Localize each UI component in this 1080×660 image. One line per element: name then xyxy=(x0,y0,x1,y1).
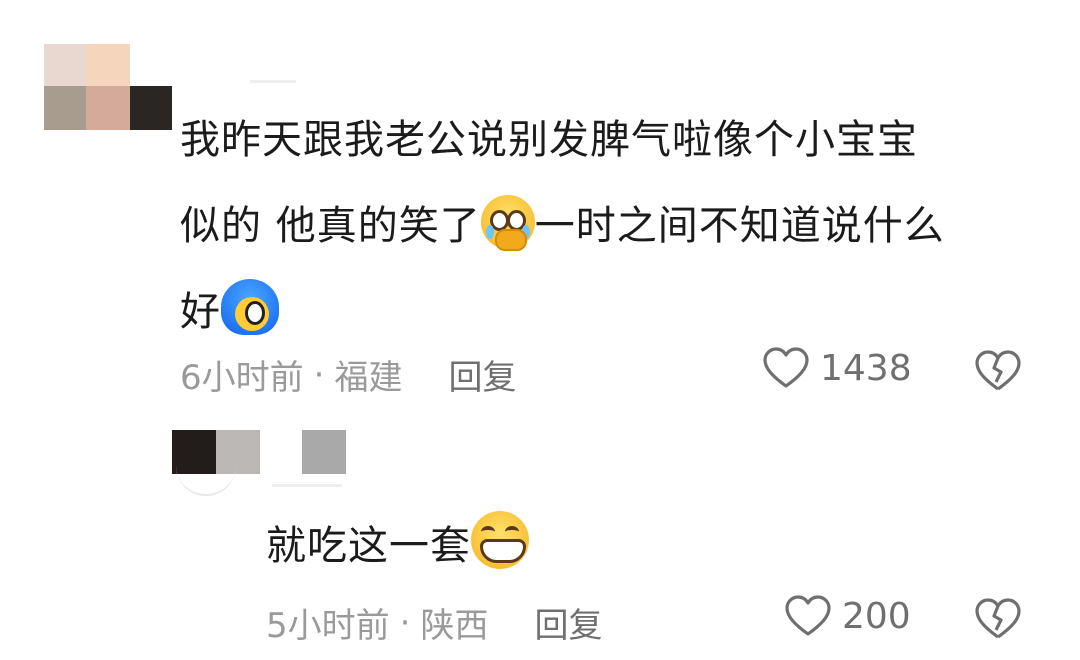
reply-button[interactable]: 回复 xyxy=(534,598,602,647)
avatar[interactable] xyxy=(44,44,172,130)
comment-meta: 6小时前 · 福建 回复 xyxy=(180,350,516,399)
comment-line-3: 好 xyxy=(180,269,1060,355)
broken-heart-icon[interactable] xyxy=(974,597,1022,641)
grinning-face-emoji xyxy=(471,511,529,569)
reply-location: 陕西 xyxy=(420,606,489,646)
comment-line-2b: 一时之间不知道说什么 xyxy=(534,203,945,249)
broken-heart-icon[interactable] xyxy=(974,349,1022,393)
comment-location: 福建 xyxy=(334,358,403,398)
comment-line-1: 我昨天跟我老公说别发脾气啦像个小宝宝 xyxy=(180,117,918,163)
comment-text: 我昨天跟我老公说别发脾气啦像个小宝宝 似的 他真的笑了 一时之间不知道说什么 好 xyxy=(180,97,1060,355)
like-count: 200 xyxy=(842,595,911,637)
reply-time: 5小时前 xyxy=(266,606,390,646)
comment-line-3a: 好 xyxy=(180,289,221,335)
reply-text: 就吃这一套 xyxy=(266,503,529,589)
heart-outline-icon xyxy=(785,595,831,636)
comment-line-2: 似的 他真的笑了 一时之间不知道说什么 xyxy=(180,183,1060,269)
reply-line: 就吃这一套 xyxy=(266,503,529,589)
meta-separator: · xyxy=(313,354,325,395)
like-count: 1438 xyxy=(820,347,912,389)
reply-line-text: 就吃这一套 xyxy=(266,523,471,569)
meta-separator: · xyxy=(399,602,411,643)
heart-outline-icon xyxy=(763,347,809,388)
reply-button[interactable]: 回复 xyxy=(448,350,516,399)
reply-meta: 5小时前 · 陕西 回复 xyxy=(266,598,602,647)
reply-username-blurred[interactable] xyxy=(272,484,342,487)
reply-avatar-edge xyxy=(176,466,236,496)
crying-face-with-hands-over-mouth-emoji xyxy=(480,195,535,251)
comment-list: 我昨天跟我老公说别发脾气啦像个小宝宝 似的 他真的笑了 一时之间不知道说什么 好 … xyxy=(0,0,1080,660)
like-button[interactable]: 1438 xyxy=(762,346,912,390)
comment-line-2a: 似的 他真的笑了 xyxy=(180,203,481,249)
comment-time: 6小时前 xyxy=(180,358,304,398)
username-blurred[interactable] xyxy=(250,80,296,83)
blue-hair-blushing-face-emoji xyxy=(221,279,279,335)
like-button[interactable]: 200 xyxy=(784,594,911,638)
